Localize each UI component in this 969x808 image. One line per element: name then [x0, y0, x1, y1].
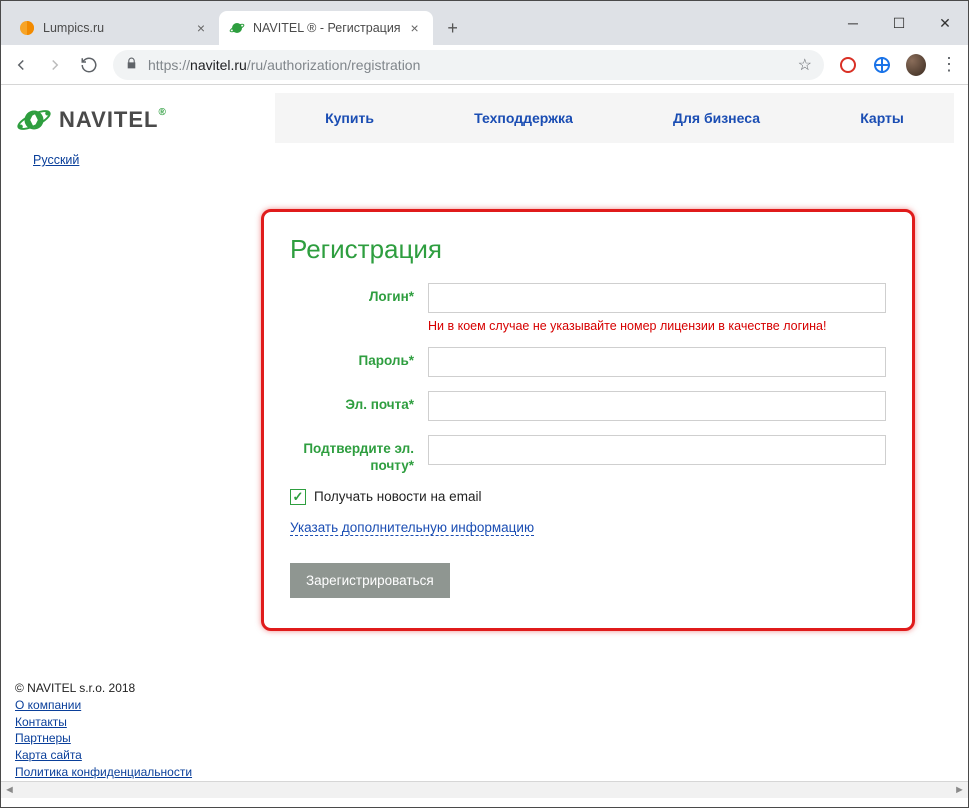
scroll-right-icon[interactable]: ►: [951, 782, 968, 799]
lock-icon: [125, 57, 138, 73]
address-bar[interactable]: https://navitel.ru/ru/authorization/regi…: [113, 50, 824, 80]
copyright: © NAVITEL s.r.o. 2018: [15, 681, 954, 695]
favicon-lumpics: [19, 20, 35, 36]
scroll-left-icon[interactable]: ◄: [1, 782, 18, 799]
menu-button[interactable]: ⋮: [940, 54, 958, 75]
email-confirm-input[interactable]: [428, 435, 886, 465]
close-icon[interactable]: ×: [407, 20, 423, 36]
extra-info-link[interactable]: Указать дополнительную информацию: [290, 520, 534, 536]
nav-business[interactable]: Для бизнеса: [673, 110, 760, 126]
close-window-button[interactable]: ✕: [922, 1, 968, 45]
login-warning: Ни в коем случае не указывайте номер лиц…: [428, 319, 886, 333]
tab-title: Lumpics.ru: [43, 21, 187, 35]
email-input[interactable]: [428, 391, 886, 421]
footer-link-contacts[interactable]: Контакты: [15, 714, 67, 731]
register-button[interactable]: Зарегистрироваться: [290, 563, 450, 598]
checkmark-icon: ✓: [293, 489, 304, 505]
footer: © NAVITEL s.r.o. 2018 О компании Контакт…: [15, 681, 954, 781]
tab-lumpics[interactable]: Lumpics.ru ×: [9, 11, 219, 45]
extension-globe-icon[interactable]: [872, 55, 892, 75]
site-header: NAVITEL® Русский Купить Техподдержка Для…: [15, 93, 954, 169]
registration-form-highlight: Регистрация Логин* Ни в коем случае не у…: [261, 209, 915, 631]
password-input[interactable]: [428, 347, 886, 377]
extension-opera-icon[interactable]: [838, 55, 858, 75]
url-text: https://navitel.ru/ru/authorization/regi…: [148, 57, 788, 73]
email-confirm-label: Подтвердите эл. почту*: [290, 435, 428, 475]
email-label: Эл. почта*: [290, 391, 428, 414]
favicon-navitel: [229, 20, 245, 36]
page-title: Регистрация: [290, 234, 886, 265]
logo-icon: [15, 101, 53, 139]
close-icon[interactable]: ×: [193, 20, 209, 36]
nav-buy[interactable]: Купить: [325, 110, 374, 126]
profile-avatar[interactable]: [906, 55, 926, 75]
minimize-button[interactable]: ─: [830, 1, 876, 45]
footer-link-partners[interactable]: Партнеры: [15, 730, 71, 747]
news-checkbox[interactable]: ✓: [290, 489, 306, 505]
reload-button[interactable]: [79, 55, 99, 75]
password-label: Пароль*: [290, 347, 428, 370]
titlebar: Lumpics.ru × NAVITEL ® - Регистрация × +…: [1, 1, 968, 45]
footer-link-about[interactable]: О компании: [15, 697, 81, 714]
toolbar: https://navitel.ru/ru/authorization/regi…: [1, 45, 968, 85]
forward-button[interactable]: [45, 55, 65, 75]
footer-link-privacy[interactable]: Политика конфиденциальности: [15, 764, 192, 781]
horizontal-scrollbar[interactable]: ◄ ►: [1, 781, 968, 798]
nav-support[interactable]: Техподдержка: [474, 110, 573, 126]
window-controls: ─ ☐ ✕: [830, 1, 968, 45]
news-checkbox-label: Получать новости на email: [314, 489, 481, 504]
language-link[interactable]: Русский: [33, 153, 79, 167]
login-input[interactable]: [428, 283, 886, 313]
tab-title: NAVITEL ® - Регистрация: [253, 21, 401, 35]
page: NAVITEL® Русский Купить Техподдержка Для…: [1, 85, 968, 807]
browser-window: Lumpics.ru × NAVITEL ® - Регистрация × +…: [0, 0, 969, 808]
login-label: Логин*: [290, 283, 428, 306]
footer-link-sitemap[interactable]: Карта сайта: [15, 747, 82, 764]
new-tab-button[interactable]: +: [439, 14, 467, 42]
tab-navitel[interactable]: NAVITEL ® - Регистрация ×: [219, 11, 433, 45]
bookmark-star-icon[interactable]: ☆: [798, 55, 812, 75]
back-button[interactable]: [11, 55, 31, 75]
main-nav: Купить Техподдержка Для бизнеса Карты: [275, 93, 954, 143]
nav-maps[interactable]: Карты: [860, 110, 904, 126]
logo-text: NAVITEL®: [59, 107, 167, 133]
logo[interactable]: NAVITEL®: [15, 101, 275, 139]
maximize-button[interactable]: ☐: [876, 1, 922, 45]
